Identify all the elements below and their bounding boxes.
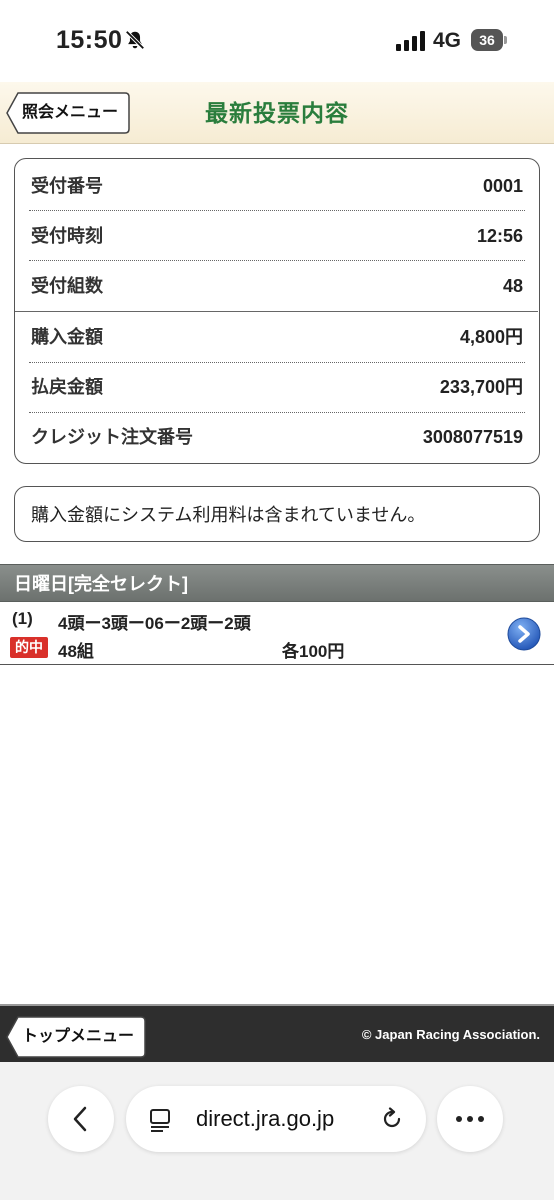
bell-muted-icon bbox=[125, 30, 145, 50]
bet-combination: 4頭ー3頭ー06ー2頭ー2頭 bbox=[58, 614, 251, 633]
detail-row-payout-amount: 払戻金額 233,700円 bbox=[29, 362, 525, 412]
bet-index: (1) bbox=[12, 609, 33, 628]
reload-icon[interactable] bbox=[380, 1107, 404, 1131]
section-header: 日曜日[完全セレクト] bbox=[0, 564, 554, 602]
fee-note-text: 購入金額にシステム利用料は含まれていません。 bbox=[31, 505, 426, 525]
bet-unit-amount: 各100円 bbox=[282, 642, 345, 661]
page-header: 照会メニュー 最新投票内容 bbox=[0, 82, 554, 144]
url-text: direct.jra.go.jp bbox=[196, 1106, 335, 1131]
section-title: 日曜日[完全セレクト] bbox=[14, 574, 188, 594]
address-bar[interactable]: direct.jra.go.jp bbox=[126, 1086, 426, 1152]
page-title: 最新投票内容 bbox=[205, 100, 349, 126]
detail-label: 購入金額 bbox=[31, 327, 103, 347]
detail-row-group-count: 受付組数 48 bbox=[29, 261, 525, 311]
detail-value: 233,700円 bbox=[439, 377, 523, 397]
battery-icon: 36 bbox=[471, 29, 507, 51]
fee-note-card: 購入金額にシステム利用料は含まれていません。 bbox=[14, 486, 540, 542]
hit-badge: 的中 bbox=[10, 637, 48, 658]
detail-row-purchase-amount: 購入金額 4,800円 bbox=[29, 312, 525, 362]
detail-value: 12:56 bbox=[476, 226, 523, 246]
network-label: 4G bbox=[433, 29, 462, 52]
detail-label: 受付番号 bbox=[31, 176, 103, 196]
top-menu-button[interactable]: トップメニュー bbox=[6, 1016, 146, 1058]
detail-label: 払戻金額 bbox=[31, 377, 103, 397]
detail-row-receipt-time: 受付時刻 12:56 bbox=[29, 211, 525, 261]
footer-bar: トップメニュー © Japan Racing Association. bbox=[0, 1004, 554, 1062]
chevron-right-circle-icon[interactable] bbox=[507, 617, 541, 651]
detail-label: 受付組数 bbox=[31, 276, 103, 296]
signal-icon bbox=[396, 31, 425, 51]
page-menu-icon[interactable] bbox=[148, 1108, 172, 1132]
status-bar: 15:50 4G 36 bbox=[0, 0, 554, 82]
detail-value: 48 bbox=[502, 276, 523, 296]
bet-group-count: 48組 bbox=[58, 642, 94, 661]
detail-row-receipt-number: 受付番号 0001 bbox=[29, 161, 525, 211]
battery-level: 36 bbox=[471, 29, 503, 51]
detail-label: クレジット注文番号 bbox=[31, 427, 193, 447]
more-options-button[interactable] bbox=[437, 1086, 503, 1152]
detail-value: 4,800円 bbox=[459, 327, 523, 347]
chevron-left-icon bbox=[73, 1106, 87, 1132]
ellipsis-icon bbox=[456, 1116, 484, 1122]
status-time: 15:50 bbox=[56, 26, 123, 54]
detail-value: 0001 bbox=[482, 176, 523, 196]
copyright-text: © Japan Racing Association. bbox=[361, 1027, 540, 1042]
detail-value: 3008077519 bbox=[422, 427, 523, 447]
detail-row-credit-order-number: クレジット注文番号 3008077519 bbox=[29, 412, 525, 462]
bet-list-item[interactable]: (1) 4頭ー3頭ー06ー2頭ー2頭 的中 48組 各100円 bbox=[0, 603, 554, 665]
browser-toolbar: direct.jra.go.jp bbox=[0, 1062, 554, 1200]
top-menu-label: トップメニュー bbox=[22, 1028, 135, 1045]
details-card: 受付番号 0001 受付時刻 12:56 受付組数 48 購入金額 4,800円… bbox=[14, 158, 540, 464]
browser-back-button[interactable] bbox=[48, 1086, 114, 1152]
detail-label: 受付時刻 bbox=[31, 226, 103, 246]
